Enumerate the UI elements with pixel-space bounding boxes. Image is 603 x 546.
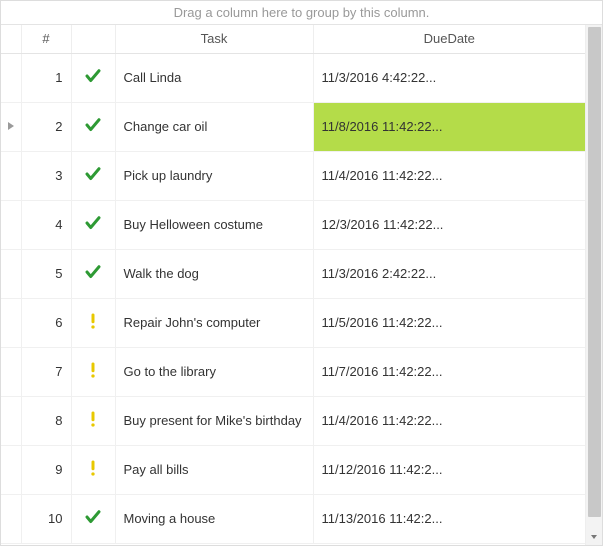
- row-indicator: [1, 298, 21, 347]
- cell-task[interactable]: Walk the dog: [115, 249, 313, 298]
- status-alert-icon: [71, 298, 115, 347]
- column-header-task[interactable]: Task: [115, 25, 313, 53]
- status-alert-icon: [71, 347, 115, 396]
- cell-task[interactable]: Moving a house: [115, 494, 313, 543]
- table-row[interactable]: 8 Buy present for Mike's birthday11/4/201…: [1, 396, 585, 445]
- cell-duedate[interactable]: 11/7/2016 11:42:22...: [313, 347, 585, 396]
- vertical-scrollbar[interactable]: [585, 25, 602, 545]
- column-header-number[interactable]: #: [21, 25, 71, 53]
- cell-task[interactable]: Buy Helloween costume: [115, 200, 313, 249]
- status-done-icon: [71, 249, 115, 298]
- table-row[interactable]: 9 Pay all bills11/12/2016 11:42:2...: [1, 445, 585, 494]
- table-row[interactable]: 1 Call Linda11/3/2016 4:42:22...: [1, 53, 585, 102]
- cell-duedate[interactable]: 11/5/2016 11:42:22...: [313, 298, 585, 347]
- scrollbar-down-button[interactable]: [586, 528, 602, 545]
- group-panel[interactable]: Drag a column here to group by this colu…: [1, 1, 602, 25]
- cell-number[interactable]: 5: [21, 249, 71, 298]
- row-indicator: [1, 445, 21, 494]
- table-row[interactable]: 5 Walk the dog11/3/2016 2:42:22...: [1, 249, 585, 298]
- cell-number[interactable]: 8: [21, 396, 71, 445]
- cell-duedate[interactable]: 12/3/2016 11:42:22...: [313, 200, 585, 249]
- table-row[interactable]: 6 Repair John's computer11/5/2016 11:42:2…: [1, 298, 585, 347]
- cell-duedate[interactable]: 11/4/2016 11:42:22...: [313, 151, 585, 200]
- status-alert-icon: [71, 445, 115, 494]
- status-done-icon: [71, 53, 115, 102]
- table-row[interactable]: 4 Buy Helloween costume12/3/2016 11:42:22…: [1, 200, 585, 249]
- table-row[interactable]: 10 Moving a house11/13/2016 11:42:2...: [1, 494, 585, 543]
- cell-task[interactable]: Change car oil: [115, 102, 313, 151]
- column-header-icon[interactable]: [71, 25, 115, 53]
- cell-duedate[interactable]: 11/12/2016 11:42:2...: [313, 445, 585, 494]
- row-indicator: [1, 200, 21, 249]
- column-header-duedate[interactable]: DueDate: [313, 25, 585, 53]
- cell-number[interactable]: 1: [21, 53, 71, 102]
- row-indicator: [1, 53, 21, 102]
- grid-body: # Task DueDate 1 Call Linda11/3/2016 4:42…: [1, 25, 602, 545]
- row-indicator: [1, 396, 21, 445]
- table-row[interactable]: 2 Change car oil11/8/2016 11:42:22...: [1, 102, 585, 151]
- row-indicator: [1, 249, 21, 298]
- status-done-icon: [71, 151, 115, 200]
- cell-task[interactable]: Go to the library: [115, 347, 313, 396]
- cell-number[interactable]: 2: [21, 102, 71, 151]
- cell-number[interactable]: 9: [21, 445, 71, 494]
- status-done-icon: [71, 102, 115, 151]
- row-indicator: [1, 347, 21, 396]
- header-row: # Task DueDate: [1, 25, 585, 53]
- cell-task[interactable]: Call Linda: [115, 53, 313, 102]
- cell-duedate[interactable]: 11/13/2016 11:42:2...: [313, 494, 585, 543]
- cell-duedate[interactable]: 11/3/2016 2:42:22...: [313, 249, 585, 298]
- cell-task[interactable]: Pick up laundry: [115, 151, 313, 200]
- cell-number[interactable]: 10: [21, 494, 71, 543]
- column-header-indicator[interactable]: [1, 25, 21, 53]
- grid: Drag a column here to group by this colu…: [0, 0, 603, 546]
- cell-number[interactable]: 6: [21, 298, 71, 347]
- cell-duedate[interactable]: 11/3/2016 4:42:22...: [313, 53, 585, 102]
- status-done-icon: [71, 200, 115, 249]
- cell-number[interactable]: 7: [21, 347, 71, 396]
- cell-number[interactable]: 4: [21, 200, 71, 249]
- cell-duedate[interactable]: 11/8/2016 11:42:22...: [313, 102, 585, 151]
- row-indicator: [1, 494, 21, 543]
- status-done-icon: [71, 494, 115, 543]
- cell-duedate[interactable]: 11/4/2016 11:42:22...: [313, 396, 585, 445]
- table-row[interactable]: 7 Go to the library11/7/2016 11:42:22...: [1, 347, 585, 396]
- grid-table: # Task DueDate 1 Call Linda11/3/2016 4:42…: [1, 25, 585, 544]
- scrollbar-thumb[interactable]: [588, 27, 601, 517]
- cell-number[interactable]: 3: [21, 151, 71, 200]
- grid-table-area: # Task DueDate 1 Call Linda11/3/2016 4:42…: [1, 25, 585, 545]
- status-alert-icon: [71, 396, 115, 445]
- cell-task[interactable]: Pay all bills: [115, 445, 313, 494]
- row-indicator: [1, 102, 21, 151]
- cell-task[interactable]: Buy present for Mike's birthday: [115, 396, 313, 445]
- cell-task[interactable]: Repair John's computer: [115, 298, 313, 347]
- row-indicator: [1, 151, 21, 200]
- table-row[interactable]: 3 Pick up laundry11/4/2016 11:42:22...: [1, 151, 585, 200]
